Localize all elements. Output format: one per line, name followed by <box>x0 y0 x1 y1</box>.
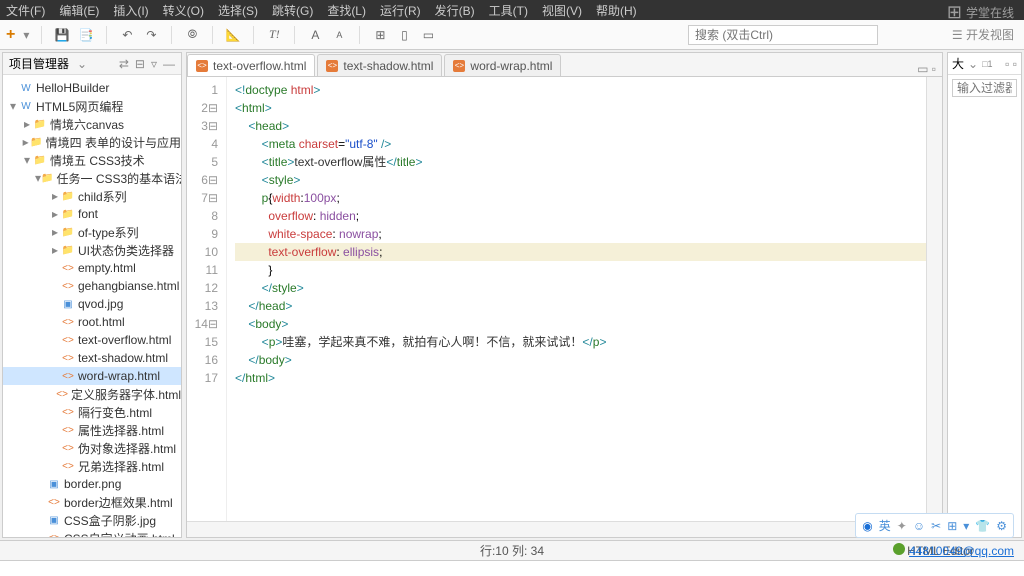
horizontal-scrollbar[interactable] <box>187 521 926 537</box>
font-smaller-icon[interactable]: A <box>331 27 347 43</box>
menu-tools[interactable]: 工具(T) <box>489 2 528 19</box>
toolbar: +▾ 💾 📑 ↶ ↷ ⦾ 📐 T! A A ⊞ ▯ ▭ ☰ 开发视图 <box>0 20 1024 50</box>
device-icon[interactable]: ▯ <box>396 27 412 43</box>
project-explorer: 项目管理器 ⌄ ⇄ ⊟ ▿ — WHelloHBuilder▾WHTML5网页编… <box>2 52 182 538</box>
tree-item[interactable]: ▣CSS盒子阴影.jpg <box>3 511 181 529</box>
tree-item[interactable]: <>gehangbianse.html <box>3 277 181 295</box>
tree-item[interactable]: <>隔行变色.html <box>3 403 181 421</box>
back-icon[interactable]: ↶ <box>119 27 135 43</box>
preview-icon[interactable]: ▭ <box>420 27 436 43</box>
font-bigger-icon[interactable]: A <box>307 27 323 43</box>
project-tree[interactable]: WHelloHBuilder▾WHTML5网页编程▸📁情境六canvas▸📁情境… <box>3 75 181 537</box>
perspective-label[interactable]: ☰ 开发视图 <box>952 26 1014 43</box>
menu-goto[interactable]: 跳转(G) <box>272 2 313 19</box>
tab-text-shadow[interactable]: <>text-shadow.html <box>317 54 442 76</box>
panel-menu-icon[interactable]: ▿ <box>151 57 157 71</box>
link-editor-icon[interactable]: ⇄ <box>119 57 129 71</box>
tree-item[interactable]: <>word-wrap.html <box>3 367 181 385</box>
menu-insert[interactable]: 插入(I) <box>113 2 148 19</box>
tree-item[interactable]: ▸📁font <box>3 205 181 223</box>
format-icon[interactable]: 📐 <box>225 27 241 43</box>
menu-view[interactable]: 视图(V) <box>542 2 582 19</box>
tree-item[interactable]: ▸📁child系列 <box>3 187 181 205</box>
search-box <box>688 25 878 45</box>
account-icon <box>893 543 905 555</box>
status-bar: 行:10 列: 34 HTML Editor 44810049@qq.com <box>0 540 1024 560</box>
line-gutter: 12⊟3⊟456⊟7⊟891011121314⊟151617 <box>187 77 227 537</box>
save-icon[interactable]: 💾 <box>54 27 70 43</box>
tab-word-wrap[interactable]: <>word-wrap.html <box>444 54 561 76</box>
tree-item[interactable]: <>兄弟选择器.html <box>3 457 181 475</box>
tree-item[interactable]: <>empty.html <box>3 259 181 277</box>
outline-panel: 大⌄ □1 ▫ ▫ <box>947 52 1022 538</box>
tree-item[interactable]: <>border边框效果.html <box>3 493 181 511</box>
tree-item[interactable]: ▾WHTML5网页编程 <box>3 97 181 115</box>
new-button[interactable]: + <box>6 26 15 44</box>
tree-item[interactable]: ▸📁情境四 表单的设计与应用 <box>3 133 181 151</box>
project-panel-title: 项目管理器 <box>9 55 69 72</box>
tree-item[interactable]: <>伪对象选择器.html <box>3 439 181 457</box>
html-file-icon: <> <box>196 60 208 72</box>
tree-item[interactable]: ▣border.png <box>3 475 181 493</box>
tree-item[interactable]: <>CSS自定义动画.html <box>3 529 181 537</box>
menu-edit[interactable]: 编辑(E) <box>59 2 99 19</box>
collapse-all-icon[interactable]: ⊟ <box>135 57 145 71</box>
ime-toolbar[interactable]: ◉英 ✦☺✂⊞▾👕⚙ <box>855 513 1014 538</box>
forward-icon[interactable]: ↷ <box>143 27 159 43</box>
tree-item[interactable]: ▾📁任务一 CSS3的基本语法 <box>3 169 181 187</box>
explorer-icon[interactable]: ⊞ <box>372 27 388 43</box>
tree-item[interactable]: <>属性选择器.html <box>3 421 181 439</box>
vertical-scrollbar[interactable] <box>926 77 942 537</box>
outline-filter-input[interactable] <box>952 79 1017 97</box>
tree-item[interactable]: <>root.html <box>3 313 181 331</box>
cursor-position: 行:10 列: 34 <box>480 542 544 559</box>
panel-min-icon[interactable]: ▫ ▫ <box>1005 57 1017 71</box>
menu-bar: 文件(F) 编辑(E) 插入(I) 转义(O) 选择(S) 跳转(G) 查找(L… <box>0 0 1024 20</box>
tab-text-overflow[interactable]: <>text-overflow.html <box>187 54 315 76</box>
code-editor[interactable]: 12⊟3⊟456⊟7⊟891011121314⊟151617 <!doctype… <box>186 76 943 538</box>
footer-bar <box>0 560 1024 576</box>
account-link[interactable]: 44810049@qq.com <box>909 544 1014 558</box>
html-file-icon: <> <box>453 60 465 72</box>
tree-item[interactable]: ▸📁情境六canvas <box>3 115 181 133</box>
tree-item[interactable]: <>定义服务器字体.html <box>3 385 181 403</box>
undo-icon[interactable]: ⦾ <box>184 27 200 43</box>
tree-item[interactable]: ▣qvod.jpg <box>3 295 181 313</box>
outline-tab[interactable]: 大 <box>952 55 964 72</box>
minimize-icon[interactable]: — <box>163 57 175 71</box>
editor-tabs: <>text-overflow.html <>text-shadow.html … <box>186 52 943 76</box>
tree-item[interactable]: ▸📁of-type系列 <box>3 223 181 241</box>
save-all-icon[interactable]: 📑 <box>78 27 94 43</box>
menu-run[interactable]: 运行(R) <box>380 2 421 19</box>
tree-item[interactable]: ▸📁UI状态伪类选择器 <box>3 241 181 259</box>
watermark-logo: ⊞学堂在线 <box>947 2 1014 23</box>
menu-select[interactable]: 选择(S) <box>218 2 258 19</box>
menu-escape[interactable]: 转义(O) <box>163 2 204 19</box>
search-input[interactable] <box>688 25 878 45</box>
tree-item[interactable]: <>text-overflow.html <box>3 331 181 349</box>
tree-item[interactable]: WHelloHBuilder <box>3 79 181 97</box>
editor-min-icon[interactable]: ▭ ▫ <box>911 62 942 76</box>
menu-help[interactable]: 帮助(H) <box>596 2 637 19</box>
menu-find[interactable]: 查找(L) <box>327 2 366 19</box>
tree-item[interactable]: <>text-shadow.html <box>3 349 181 367</box>
text-icon[interactable]: T! <box>266 27 282 43</box>
menu-file[interactable]: 文件(F) <box>6 2 45 19</box>
menu-publish[interactable]: 发行(B) <box>435 2 475 19</box>
tree-item[interactable]: ▾📁情境五 CSS3技术 <box>3 151 181 169</box>
html-file-icon: <> <box>326 60 338 72</box>
code-content[interactable]: <!doctype html> <html> <head> <meta char… <box>227 77 942 537</box>
panel-pin-icon[interactable]: ⌄ <box>77 57 87 71</box>
